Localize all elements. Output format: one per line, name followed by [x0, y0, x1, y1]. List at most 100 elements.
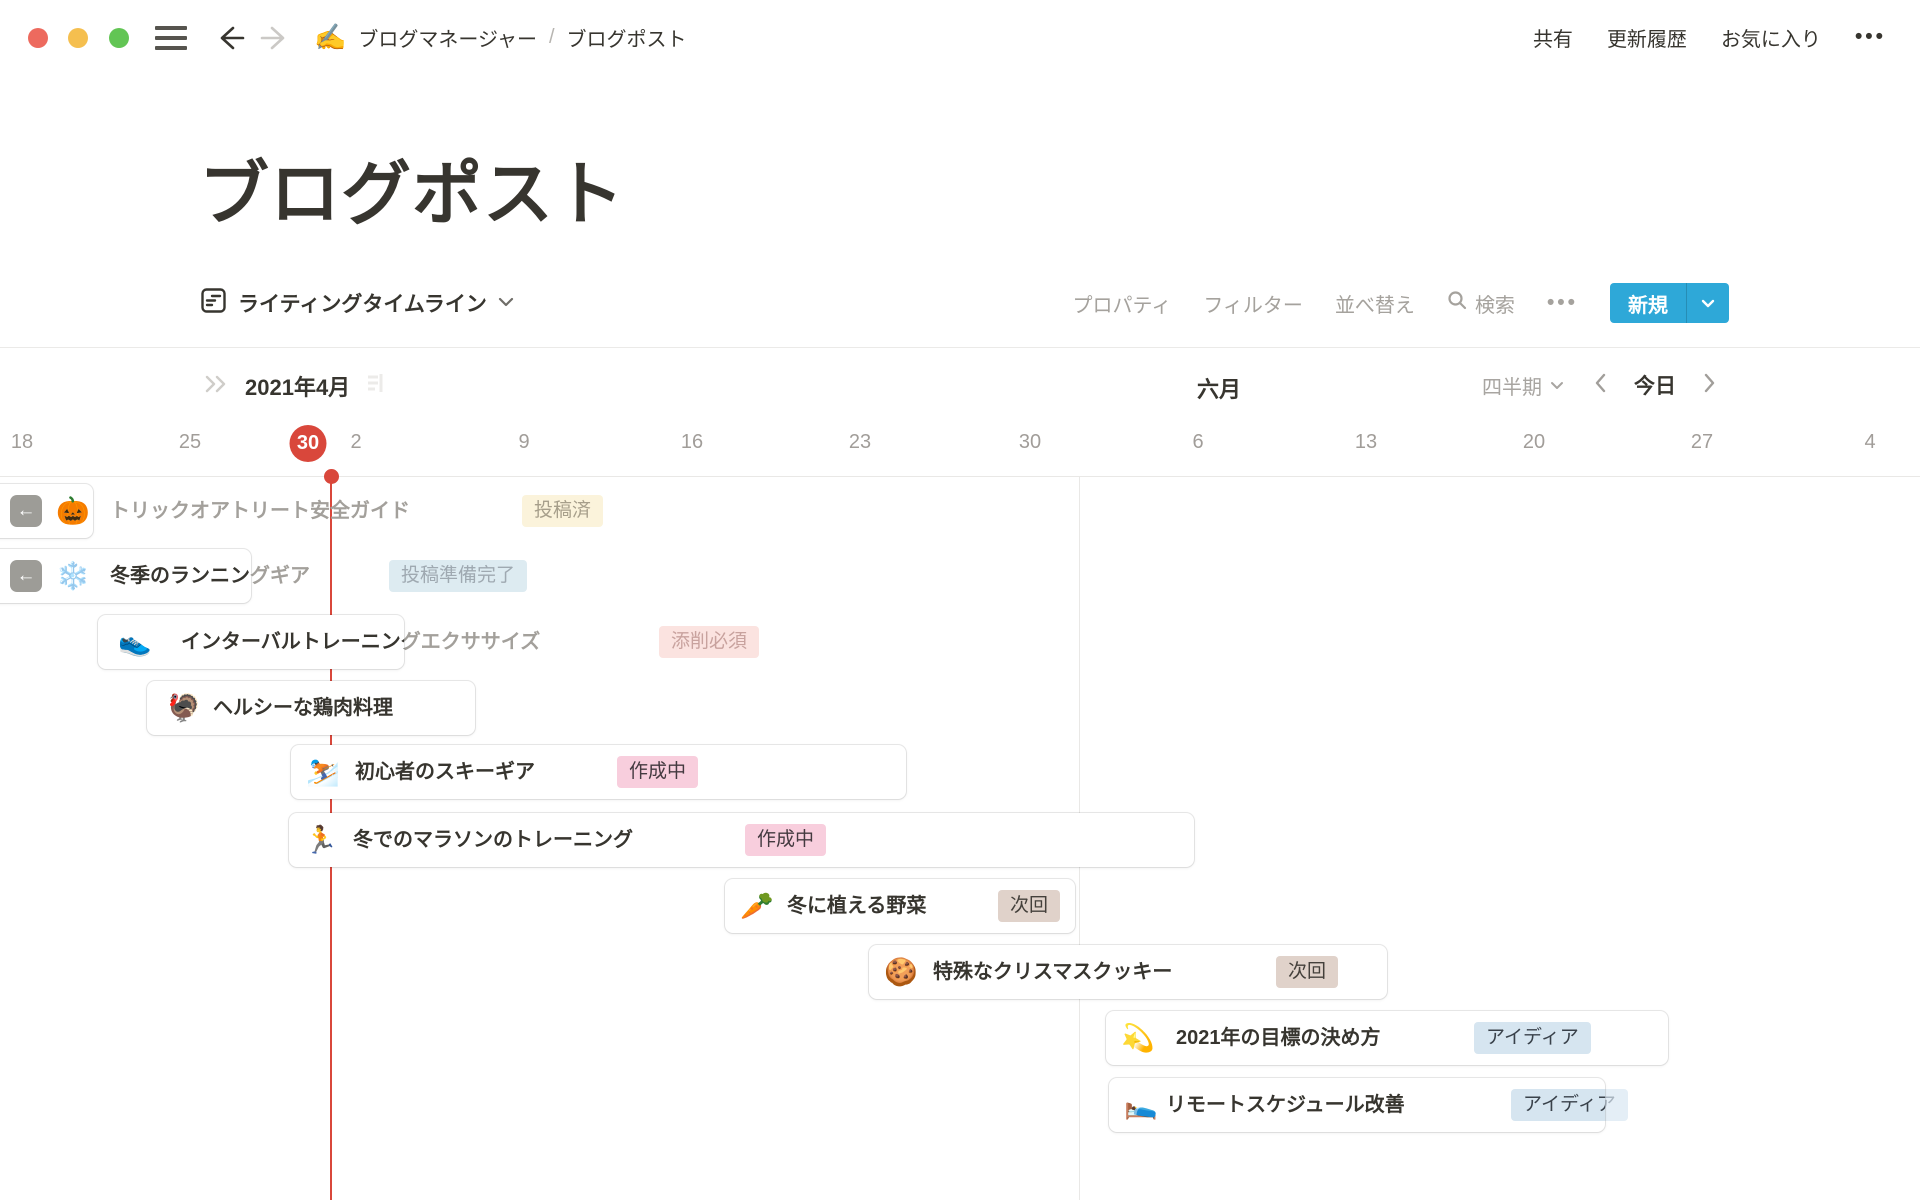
zoom-level-label: 四半期 — [1482, 371, 1542, 400]
breadcrumb: ✍️ ブログマネージャー / ブログポスト — [314, 0, 687, 74]
timeline-card[interactable]: 2021年の目標の決め方アイディア — [1106, 1011, 1668, 1065]
sidebar-menu-icon[interactable] — [155, 26, 187, 50]
timeline-item-title: 冬に植える野菜 — [787, 879, 926, 933]
timeline-card[interactable]: 冬でのマラソンのトレーニング 作成中 — [289, 813, 1194, 867]
date-tick: 18 — [11, 425, 33, 459]
notion-window: ✍️ ブログマネージャー / ブログポスト 共有 更新履歴 お気に入り ••• … — [0, 0, 1920, 1200]
timeline-row: インターバルトレーニングエクササイズ添削必須インターバルトレーニングエクササイズ… — [0, 615, 1920, 669]
date-tick: 23 — [849, 425, 871, 459]
status-badge-overflow: 投稿準備完了 — [389, 560, 527, 592]
new-button-group: 新規 — [1610, 283, 1729, 323]
item-emoji-icon: 🛌 — [1124, 1078, 1158, 1132]
back-button[interactable] — [213, 22, 247, 54]
status-badge: 次回 — [1276, 956, 1338, 988]
status-badge: アイディア — [1511, 1089, 1605, 1121]
chevron-down-icon — [498, 294, 514, 312]
date-tick: 27 — [1691, 425, 1713, 459]
item-emoji-icon: 👟 — [118, 615, 152, 669]
date-tick: 9 — [518, 425, 529, 459]
timeline-header-border — [0, 476, 1920, 477]
timeline-card[interactable]: 冬に植える野菜 次回 — [725, 879, 1075, 933]
status-badge-overflow: 添削必須 — [659, 626, 759, 658]
timeline-item-title: インターバルトレーニングエクササイズ — [181, 615, 404, 669]
timeline-view-icon — [200, 287, 227, 319]
item-emoji-icon: 🏃 — [304, 813, 338, 867]
timeline-card[interactable]: 特殊なクリスマスクッキー 次回 — [869, 945, 1387, 999]
timeline-zoom-select[interactable]: 四半期 — [1482, 371, 1564, 400]
window-titlebar: ✍️ ブログマネージャー / ブログポスト 共有 更新履歴 お気に入り ••• — [0, 0, 1920, 74]
scroll-to-item-button[interactable]: ← — [10, 495, 42, 527]
timeline-card[interactable]: 初心者のスキーギア作成中 — [291, 745, 906, 799]
zoom-window-button[interactable] — [109, 28, 129, 48]
search-label: 検索 — [1475, 289, 1515, 318]
timeline-dates-row: 1825302916233061320274 — [0, 423, 1920, 476]
date-tick: 2 — [350, 425, 361, 459]
favorite-button[interactable]: お気に入り — [1721, 23, 1821, 52]
visible-month-label: 六月 — [1197, 372, 1241, 404]
minimize-window-button[interactable] — [68, 28, 88, 48]
close-window-button[interactable] — [28, 28, 48, 48]
today-button[interactable]: 今日 — [1634, 370, 1676, 400]
item-emoji-icon: 💫 — [1121, 1011, 1155, 1065]
view-switcher[interactable]: ライティングタイムライン — [200, 279, 514, 327]
search-button[interactable]: 検索 — [1447, 289, 1515, 318]
breadcrumb-separator: / — [549, 26, 555, 49]
status-badge: 作成中 — [745, 824, 826, 856]
breadcrumb-current[interactable]: ブログポスト — [567, 23, 687, 52]
item-emoji-icon: ⛷️ — [306, 745, 340, 799]
timeline-card[interactable]: リモートスケジュール改善 アイディア — [1109, 1078, 1605, 1132]
scroll-left-icon[interactable] — [1594, 373, 1606, 398]
double-chevron-right-icon[interactable] — [203, 374, 231, 399]
status-badge: 次回 — [998, 890, 1060, 922]
forward-button[interactable] — [258, 22, 292, 54]
item-emoji-icon: 🦃 — [167, 681, 201, 735]
date-tick: 16 — [681, 425, 703, 459]
writing-hand-emoji-icon: ✍️ — [314, 24, 346, 50]
date-tick: 30 — [1019, 425, 1041, 459]
sort-button[interactable]: 並べ替え — [1335, 289, 1415, 318]
today-date-badge: 30 — [290, 425, 327, 462]
toolbar-divider — [0, 347, 1920, 348]
timeline-item-title: 2021年の目標の決め方 — [1176, 1011, 1381, 1065]
filter-button[interactable]: フィルター — [1203, 289, 1303, 318]
timeline-item-title: 冬季のランニングギア — [110, 549, 251, 603]
item-emoji-icon: 🍪 — [884, 945, 918, 999]
timeline-item-title: リモートスケジュール改善 — [1166, 1078, 1405, 1132]
date-tick: 4 — [1864, 425, 1875, 459]
new-button[interactable]: 新規 — [1610, 283, 1686, 323]
timeline-row: ヘルシーな鶏肉料理ヘルシーな鶏肉料理🦃 — [0, 681, 1920, 735]
today-marker-dot — [324, 469, 339, 484]
search-icon — [1447, 290, 1467, 316]
timeline-row: 冬季のランニングギア 投稿準備完了 ← 冬季のランニングギア❄️ — [0, 549, 1920, 603]
updates-button[interactable]: 更新履歴 — [1607, 23, 1687, 52]
timeline-row: リモートスケジュール改善アイディアリモートスケジュール改善アイディア🛌 — [0, 1078, 1920, 1132]
item-emoji-icon: 🎃 — [56, 484, 90, 538]
side-peek-icon[interactable] — [364, 371, 386, 402]
timeline-item-title-overflow: トリックオアトリート安全ガイド — [110, 484, 410, 538]
timeline-item-title: 初心者のスキーギア — [355, 745, 535, 799]
properties-button[interactable]: プロパティ — [1073, 289, 1172, 318]
timeline-row: トリックオアトリート安全ガイド 投稿済 ← 🎃 — [0, 484, 1920, 538]
timeline-card[interactable]: ← 冬季のランニングギア — [0, 549, 251, 603]
date-tick: 13 — [1355, 425, 1377, 459]
more-options-icon[interactable]: ••• — [1855, 25, 1886, 49]
page-title: ブログポスト — [199, 138, 625, 239]
view-more-options-icon[interactable]: ••• — [1547, 291, 1578, 315]
item-emoji-icon: ❄️ — [56, 549, 90, 603]
scroll-right-icon[interactable] — [1704, 373, 1716, 398]
date-tick: 20 — [1523, 425, 1545, 459]
view-name-label: ライティングタイムライン — [238, 288, 487, 318]
status-badge-overflow: 投稿済 — [522, 495, 603, 527]
new-button-dropdown[interactable] — [1686, 283, 1729, 323]
timeline-row: 冬に植える野菜冬に植える野菜次回🥕 — [0, 879, 1920, 933]
timeline-item-title: 冬でのマラソンのトレーニング — [353, 813, 633, 867]
timeline-item-title: ヘルシーな鶏肉料理 — [213, 681, 393, 735]
timeline-item-title: 特殊なクリスマスクッキー — [933, 945, 1172, 999]
breadcrumb-parent[interactable]: ブログマネージャー — [358, 23, 537, 52]
share-button[interactable]: 共有 — [1533, 23, 1573, 52]
date-tick: 25 — [179, 425, 201, 459]
scroll-to-item-button[interactable]: ← — [10, 560, 42, 592]
timeline-row: 特殊なクリスマスクッキー特殊なクリスマスクッキー 次回🍪 — [0, 945, 1920, 999]
timeline-row: 2021年の目標の決め方2021年の目標の決め方アイディア💫 — [0, 1011, 1920, 1065]
timeline-row: 冬でのマラソンのトレーニング冬でのマラソンのトレーニング 作成中🏃 — [0, 813, 1920, 867]
